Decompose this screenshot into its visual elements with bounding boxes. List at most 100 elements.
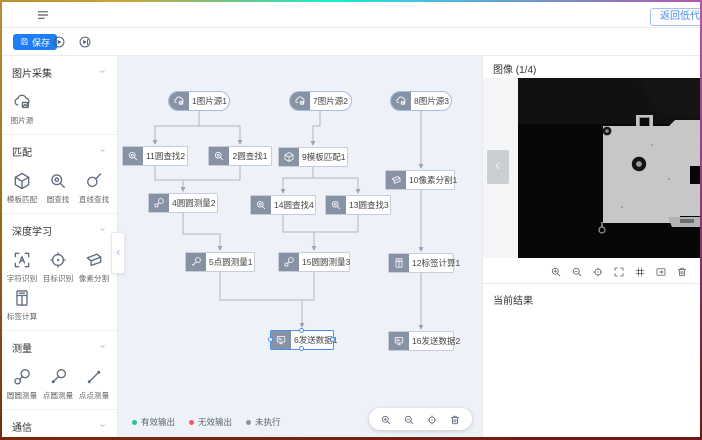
flow-node-5[interactable]: 5点圆测量1: [185, 252, 255, 272]
flow-node-9[interactable]: 9模板匹配1: [278, 147, 348, 167]
status-legend: 有效输出无效输出未执行: [132, 416, 281, 428]
sidebar-item-target[interactable]: 目标识别: [40, 250, 76, 284]
chevron-down-icon: [98, 421, 107, 433]
sidebar-item-label-calc[interactable]: 标签计算: [4, 288, 40, 322]
legend-item: 无效输出: [189, 416, 232, 428]
back-to-lowcode-button[interactable]: 返回低代: [650, 8, 700, 26]
sidebar-section-header[interactable]: 通信: [2, 417, 117, 438]
circle-find-icon: [48, 171, 68, 191]
selection-handle[interactable]: [330, 337, 335, 342]
sidebar-item-label: 图片源: [11, 115, 34, 125]
flow-node-label: 14圆查找4: [271, 196, 317, 214]
line-find-icon: [84, 171, 104, 191]
flow-node-7[interactable]: 7图片源2: [289, 91, 352, 111]
image-source-icon: [391, 92, 411, 110]
save-icon: [20, 37, 29, 48]
zoom-in-icon[interactable]: [380, 413, 392, 425]
flow-node-16[interactable]: 16发送数据2: [388, 331, 454, 351]
sidebar-item-circle-circle[interactable]: 圆圆测量: [4, 367, 40, 401]
sidebar-section: 匹配模板匹配圆查找直线查找: [2, 135, 117, 214]
flow-node-10[interactable]: 10像素分割1: [385, 170, 455, 190]
save-button[interactable]: 保存: [13, 34, 57, 50]
sidebar-item-label: 标签计算: [7, 311, 37, 321]
sidebar-item-segment[interactable]: 像素分割: [76, 250, 112, 284]
legend-item: 有效输出: [132, 416, 175, 428]
flow-node-2[interactable]: 2圆查找1: [208, 146, 272, 166]
sidebar-section-title: 匹配: [12, 144, 32, 159]
flow-node-15[interactable]: 15圆圆测量3: [278, 252, 350, 272]
flow-node-label: 4圆圆测量2: [169, 194, 218, 212]
selection-handle[interactable]: [299, 346, 304, 351]
preview-image: [518, 78, 700, 258]
legend-label: 无效输出: [198, 416, 232, 428]
legend-dot: [189, 420, 194, 425]
trash-icon[interactable]: [449, 413, 461, 425]
zoom-out-icon[interactable]: [403, 413, 415, 425]
chevron-down-icon: [98, 342, 107, 354]
hamburger-menu-icon[interactable]: [36, 8, 52, 22]
sidebar-item-circle-find[interactable]: 圆查找: [40, 171, 76, 205]
selection-handle[interactable]: [268, 337, 273, 342]
target-icon: [48, 250, 68, 270]
image-toolbar: [483, 258, 700, 284]
flow-node-4[interactable]: 4圆圆测量2: [148, 193, 218, 213]
segment-icon: [386, 171, 406, 189]
flow-node-11[interactable]: 11圆查找2: [122, 146, 188, 166]
crosshair-icon[interactable]: [592, 265, 604, 277]
flow-node-label: 8图片源3: [411, 92, 452, 110]
flow-node-label: 13圆查找3: [346, 196, 392, 214]
canvas-zoom-controls: [369, 408, 472, 430]
flow-node-12[interactable]: 12标签计算1: [388, 253, 454, 273]
top-bar: 返回低代: [2, 2, 700, 28]
fit-icon[interactable]: [655, 265, 667, 277]
sidebar-item-ocr[interactable]: 字符识别: [4, 250, 40, 284]
sidebar-item-label: 目标识别: [43, 273, 73, 283]
sidebar-item-line-find[interactable]: 直线查找: [76, 171, 112, 205]
sidebar-section-header[interactable]: 匹配: [2, 142, 117, 163]
fullscreen-icon[interactable]: [613, 265, 625, 277]
sidebar-section-header[interactable]: 测量: [2, 338, 117, 359]
legend-dot: [246, 420, 251, 425]
step-run-button[interactable]: [78, 35, 92, 49]
flow-node-14[interactable]: 14圆查找4: [250, 195, 316, 215]
run-button[interactable]: [52, 35, 66, 49]
prev-image-button[interactable]: [487, 150, 509, 184]
sidebar-item-image-source[interactable]: 图片源: [4, 92, 40, 126]
image-preview: [483, 78, 700, 258]
circle-find-icon: [326, 196, 346, 214]
sidebar-section: 图片采集图片源: [2, 56, 117, 135]
image-source-icon: [169, 92, 189, 110]
sidebar-section: 通信: [2, 410, 117, 438]
sidebar-item-point-circle[interactable]: 点圆测量: [40, 367, 76, 401]
flow-node-6[interactable]: 6发送数据1: [270, 330, 334, 350]
flow-node-1[interactable]: 1图片源1: [168, 91, 230, 111]
point-circle-icon: [186, 253, 206, 271]
template-match-icon: [279, 148, 299, 166]
sidebar-section-header[interactable]: 图片采集: [2, 63, 117, 84]
sidebar-item-label: 圆圆测量: [7, 390, 37, 400]
circle-find-icon: [123, 147, 143, 165]
trash-icon[interactable]: [676, 265, 688, 277]
zoom-in-icon[interactable]: [550, 265, 562, 277]
sidebar-section-header[interactable]: 深度学习: [2, 221, 117, 242]
circle-find-icon: [251, 196, 271, 214]
zoom-out-icon[interactable]: [571, 265, 583, 277]
label-calc-icon: [12, 288, 32, 308]
flow-node-label: 16发送数据2: [409, 332, 463, 350]
grid-icon[interactable]: [634, 265, 646, 277]
sidebar-collapse-handle[interactable]: [111, 232, 125, 274]
sidebar-item-label: 圆查找: [47, 194, 70, 204]
send-data-icon: [389, 332, 409, 350]
flow-node-8[interactable]: 8图片源3: [390, 91, 452, 111]
ocr-icon: [12, 250, 32, 270]
sidebar-section-title: 通信: [12, 419, 32, 434]
sidebar-item-template-match[interactable]: 模板匹配: [4, 171, 40, 205]
sidebar-item-point-point[interactable]: 点点测量: [76, 367, 112, 401]
selection-handle[interactable]: [299, 328, 304, 333]
flow-node-13[interactable]: 13圆查找3: [325, 195, 391, 215]
sidebar-section-title: 深度学习: [12, 223, 52, 238]
flow-canvas[interactable]: 1图片源1 7图片源2 8图片源3 11圆查找2 2圆查找1 9模板匹配1 10像素分割1 4…: [118, 56, 482, 438]
crosshair-icon[interactable]: [426, 413, 438, 425]
legend-dot: [132, 420, 137, 425]
flow-node-label: 7图片源2: [310, 92, 351, 110]
